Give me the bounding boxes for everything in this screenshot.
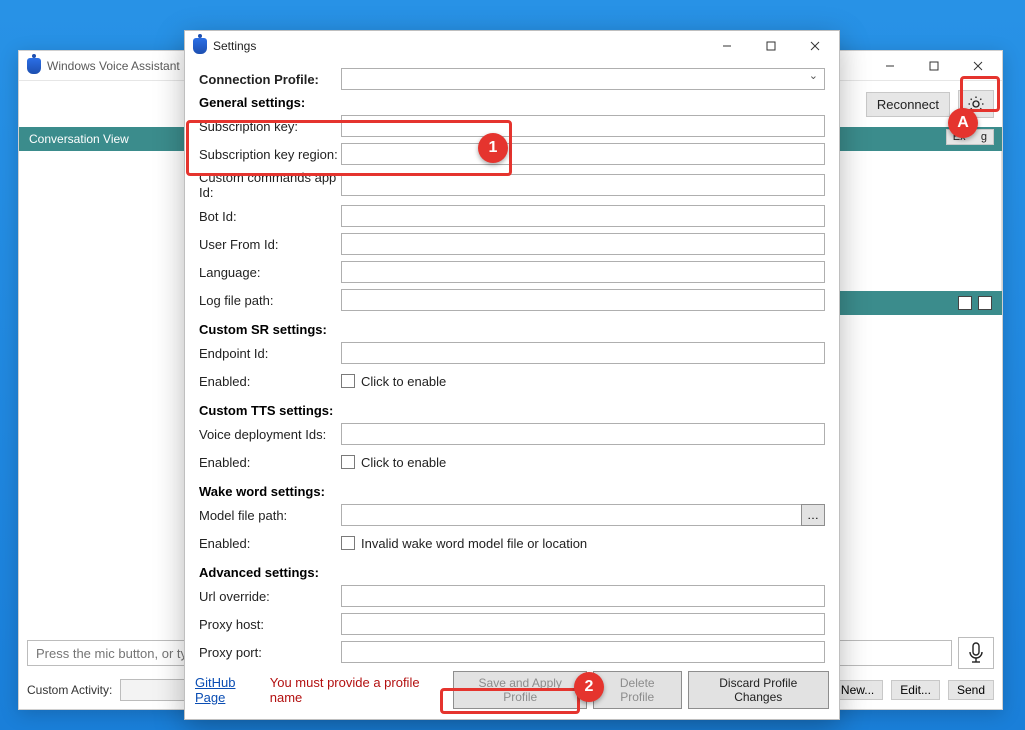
proxy-host-label: Proxy host:: [199, 617, 341, 632]
app-id-label: Custom commands app Id:: [199, 170, 341, 200]
language-input[interactable]: [341, 261, 825, 283]
conversation-view-label: Conversation View: [29, 132, 129, 146]
browse-button[interactable]: …: [801, 504, 825, 526]
tts-enabled-text: Click to enable: [361, 455, 446, 470]
language-label: Language:: [199, 265, 341, 280]
sr-settings-header: Custom SR settings:: [199, 322, 825, 337]
advanced-settings-header: Advanced settings:: [199, 565, 825, 580]
wake-enabled-text: Invalid wake word model file or location: [361, 536, 587, 551]
connection-profile-select[interactable]: [341, 68, 825, 90]
discard-profile-button[interactable]: Discard Profile Changes: [688, 671, 830, 709]
url-override-label: Url override:: [199, 589, 341, 604]
settings-close-icon[interactable]: [793, 32, 837, 60]
settings-titlebar: Settings: [185, 31, 839, 61]
wake-model-input[interactable]: [341, 504, 801, 526]
maximize-icon[interactable]: [912, 52, 956, 80]
delete-profile-button[interactable]: Delete Profile: [593, 671, 682, 709]
settings-maximize-icon[interactable]: [749, 32, 793, 60]
app-id-input[interactable]: [341, 174, 825, 196]
settings-app-icon: [193, 38, 207, 54]
microphone-icon: [967, 642, 985, 664]
app-icon: [27, 58, 41, 74]
bot-id-label: Bot Id:: [199, 209, 341, 224]
settings-minimize-icon[interactable]: [705, 32, 749, 60]
tts-voice-label: Voice deployment Ids:: [199, 427, 341, 442]
expand-icon[interactable]: [958, 296, 972, 310]
mic-button[interactable]: [958, 637, 994, 669]
connection-profile-label: Connection Profile:: [199, 72, 341, 87]
export-button[interactable]: Ex g: [946, 129, 994, 145]
general-settings-header: General settings:: [199, 95, 825, 110]
proxy-port-input[interactable]: [341, 641, 825, 663]
wake-enabled-checkbox[interactable]: [341, 536, 355, 550]
close-icon[interactable]: [956, 52, 1000, 80]
user-from-id-label: User From Id:: [199, 237, 341, 252]
subscription-region-label: Subscription key region:: [199, 147, 341, 162]
custom-activity-label: Custom Activity:: [27, 683, 112, 697]
profile-warning: You must provide a profile name: [270, 675, 442, 705]
tts-enabled-checkbox[interactable]: [341, 455, 355, 469]
sr-enabled-label: Enabled:: [199, 374, 341, 389]
subscription-key-input[interactable]: [341, 115, 825, 137]
send-button[interactable]: Send: [948, 680, 994, 700]
edit-button[interactable]: Edit...: [891, 680, 940, 700]
proxy-port-label: Proxy port:: [199, 645, 341, 660]
settings-body: Connection Profile: General settings: Su…: [185, 61, 839, 665]
tts-voice-input[interactable]: [341, 423, 825, 445]
settings-button[interactable]: [958, 90, 994, 118]
wake-settings-header: Wake word settings:: [199, 484, 825, 499]
settings-footer: GitHub Page You must provide a profile n…: [185, 665, 839, 719]
bot-id-input[interactable]: [341, 205, 825, 227]
wake-model-label: Model file path:: [199, 508, 341, 523]
github-link[interactable]: GitHub Page: [195, 675, 264, 705]
collapse-icon[interactable]: [978, 296, 992, 310]
save-profile-button[interactable]: Save and Apply Profile: [453, 671, 587, 709]
sr-enabled-text: Click to enable: [361, 374, 446, 389]
log-path-input[interactable]: [341, 289, 825, 311]
log-path-label: Log file path:: [199, 293, 341, 308]
url-override-input[interactable]: [341, 585, 825, 607]
sr-enabled-checkbox[interactable]: [341, 374, 355, 388]
settings-title: Settings: [213, 39, 705, 53]
proxy-host-input[interactable]: [341, 613, 825, 635]
subscription-region-input[interactable]: [341, 143, 825, 165]
subscription-key-label: Subscription key:: [199, 119, 341, 134]
sr-endpoint-label: Endpoint Id:: [199, 346, 341, 361]
minimize-icon[interactable]: [868, 52, 912, 80]
settings-dialog: Settings Connection Profile: General set…: [184, 30, 840, 720]
gear-icon: [967, 95, 985, 113]
wake-enabled-label: Enabled:: [199, 536, 341, 551]
reconnect-button[interactable]: Reconnect: [866, 92, 950, 117]
tts-settings-header: Custom TTS settings:: [199, 403, 825, 418]
user-from-id-input[interactable]: [341, 233, 825, 255]
sr-endpoint-input[interactable]: [341, 342, 825, 364]
tts-enabled-label: Enabled:: [199, 455, 341, 470]
